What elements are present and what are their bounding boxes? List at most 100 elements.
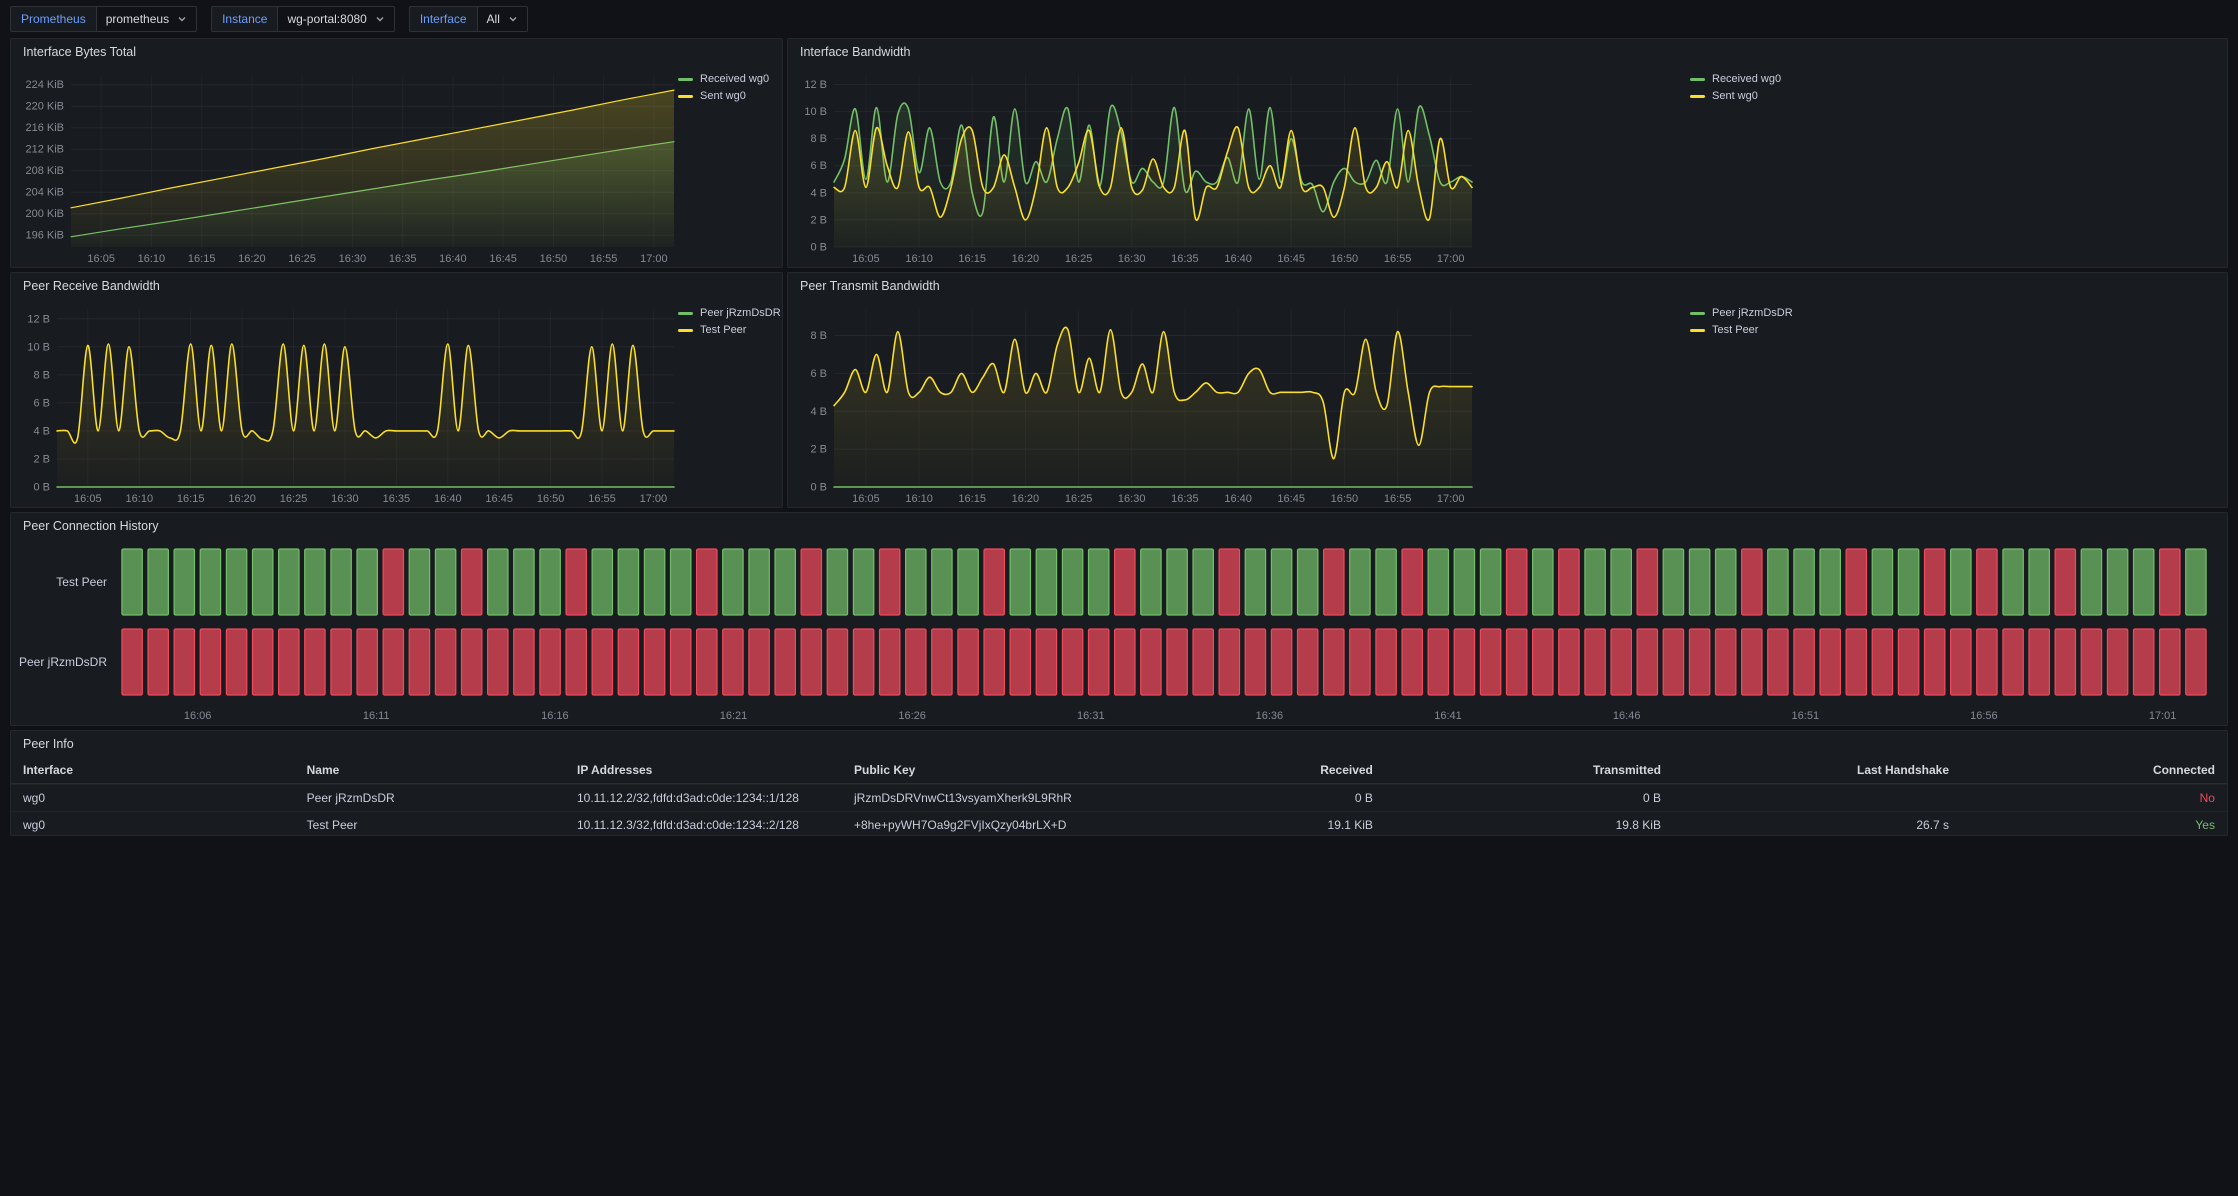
state-bar[interactable]	[148, 629, 168, 695]
state-bar[interactable]	[1324, 629, 1344, 695]
state-bar[interactable]	[958, 629, 978, 695]
legend-item[interactable]: Test Peer	[1690, 324, 1786, 336]
state-bar[interactable]	[2081, 549, 2101, 615]
state-bar[interactable]	[1507, 549, 1527, 615]
state-bar[interactable]	[618, 629, 638, 695]
state-bar[interactable]	[1193, 629, 1213, 695]
state-bar[interactable]	[1402, 549, 1422, 615]
state-bar[interactable]	[1898, 549, 1918, 615]
state-bar[interactable]	[2134, 549, 2154, 615]
legend-item[interactable]: Peer jRzmDsDR	[678, 307, 774, 319]
state-bar[interactable]	[906, 549, 926, 615]
state-bar[interactable]	[2186, 549, 2206, 615]
state-bar[interactable]	[1689, 549, 1709, 615]
state-bar[interactable]	[409, 549, 429, 615]
legend-item[interactable]: Received wg0	[678, 73, 774, 85]
state-bar[interactable]	[1480, 629, 1500, 695]
state-bar[interactable]	[2003, 629, 2023, 695]
state-bar[interactable]	[958, 549, 978, 615]
state-bar[interactable]	[514, 549, 534, 615]
state-bar[interactable]	[514, 629, 534, 695]
state-bar[interactable]	[1480, 549, 1500, 615]
state-bar[interactable]	[357, 549, 377, 615]
state-bar[interactable]	[1036, 549, 1056, 615]
state-bar[interactable]	[2107, 549, 2127, 615]
state-bar[interactable]	[2029, 549, 2049, 615]
state-bar[interactable]	[906, 629, 926, 695]
state-bar[interactable]	[2055, 629, 2075, 695]
state-bar[interactable]	[592, 549, 612, 615]
legend-item[interactable]: Test Peer	[678, 324, 774, 336]
state-bar[interactable]	[2081, 629, 2101, 695]
state-bar[interactable]	[1454, 629, 1474, 695]
column-header-public-key[interactable]: Public Key	[842, 757, 1141, 783]
state-bar[interactable]	[697, 629, 717, 695]
state-bar[interactable]	[1820, 629, 1840, 695]
state-bar[interactable]	[644, 549, 664, 615]
var-picker-instance[interactable]: wg-portal:8080	[277, 6, 394, 32]
state-bar[interactable]	[723, 549, 743, 615]
state-bar[interactable]	[880, 629, 900, 695]
state-bar[interactable]	[932, 629, 952, 695]
state-bar[interactable]	[1689, 629, 1709, 695]
var-label-prometheus[interactable]: Prometheus	[10, 6, 96, 32]
state-bar[interactable]	[566, 549, 586, 615]
state-bar[interactable]	[671, 629, 691, 695]
column-header-ip-addresses[interactable]: IP Addresses	[565, 757, 842, 783]
state-bar[interactable]	[1350, 549, 1370, 615]
state-bar[interactable]	[1925, 549, 1945, 615]
state-bar[interactable]	[932, 549, 952, 615]
state-bar[interactable]	[1428, 629, 1448, 695]
legend-item[interactable]: Peer jRzmDsDR	[1690, 307, 1786, 319]
state-bar[interactable]	[566, 629, 586, 695]
peer-connection-history-chart[interactable]: Test PeerPeer jRzmDsDR16:0616:1116:1616:…	[19, 539, 2219, 725]
state-bar[interactable]	[775, 629, 795, 695]
interface-bytes-total-chart[interactable]: 196 KiB200 KiB204 KiB208 KiB212 KiB216 K…	[19, 65, 678, 267]
state-bar[interactable]	[1794, 629, 1814, 695]
state-bar[interactable]	[226, 629, 246, 695]
state-bar[interactable]	[723, 629, 743, 695]
state-bar[interactable]	[462, 549, 482, 615]
state-bar[interactable]	[697, 549, 717, 615]
state-bar[interactable]	[305, 549, 325, 615]
state-bar[interactable]	[1533, 549, 1553, 615]
state-bar[interactable]	[1245, 549, 1265, 615]
state-bar[interactable]	[2003, 549, 2023, 615]
var-picker-interface[interactable]: All	[477, 6, 528, 32]
state-bar[interactable]	[1324, 549, 1344, 615]
state-bar[interactable]	[2160, 629, 2180, 695]
interface-bandwidth-chart[interactable]: 0 B2 B4 B6 B8 B10 B12 B16:0516:1016:1516…	[796, 65, 1476, 267]
state-bar[interactable]	[1115, 629, 1135, 695]
state-bar[interactable]	[1507, 629, 1527, 695]
legend-item[interactable]: Sent wg0	[1690, 90, 1786, 102]
state-bar[interactable]	[2186, 629, 2206, 695]
state-bar[interactable]	[1559, 629, 1579, 695]
state-bar[interactable]	[174, 629, 194, 695]
state-bar[interactable]	[2029, 629, 2049, 695]
legend-item[interactable]: Sent wg0	[678, 90, 774, 102]
state-bar[interactable]	[618, 549, 638, 615]
state-bar[interactable]	[1036, 629, 1056, 695]
state-bar[interactable]	[853, 549, 873, 615]
state-bar[interactable]	[1271, 629, 1291, 695]
state-bar[interactable]	[984, 629, 1004, 695]
state-bar[interactable]	[122, 549, 142, 615]
state-bar[interactable]	[1271, 549, 1291, 615]
state-bar[interactable]	[592, 629, 612, 695]
state-bar[interactable]	[200, 549, 220, 615]
state-bar[interactable]	[984, 549, 1004, 615]
state-bar[interactable]	[357, 629, 377, 695]
state-bar[interactable]	[1193, 549, 1213, 615]
state-bar[interactable]	[671, 549, 691, 615]
state-bar[interactable]	[1977, 629, 1997, 695]
panel-title[interactable]: Interface Bandwidth	[788, 39, 2227, 65]
state-bar[interactable]	[435, 549, 455, 615]
state-bar[interactable]	[488, 629, 508, 695]
column-header-connected[interactable]: Connected	[1961, 757, 2227, 783]
column-header-transmitted[interactable]: Transmitted	[1385, 757, 1673, 783]
state-bar[interactable]	[1428, 549, 1448, 615]
state-bar[interactable]	[1977, 549, 1997, 615]
state-bar[interactable]	[827, 549, 847, 615]
state-bar[interactable]	[1533, 629, 1553, 695]
state-bar[interactable]	[279, 629, 299, 695]
